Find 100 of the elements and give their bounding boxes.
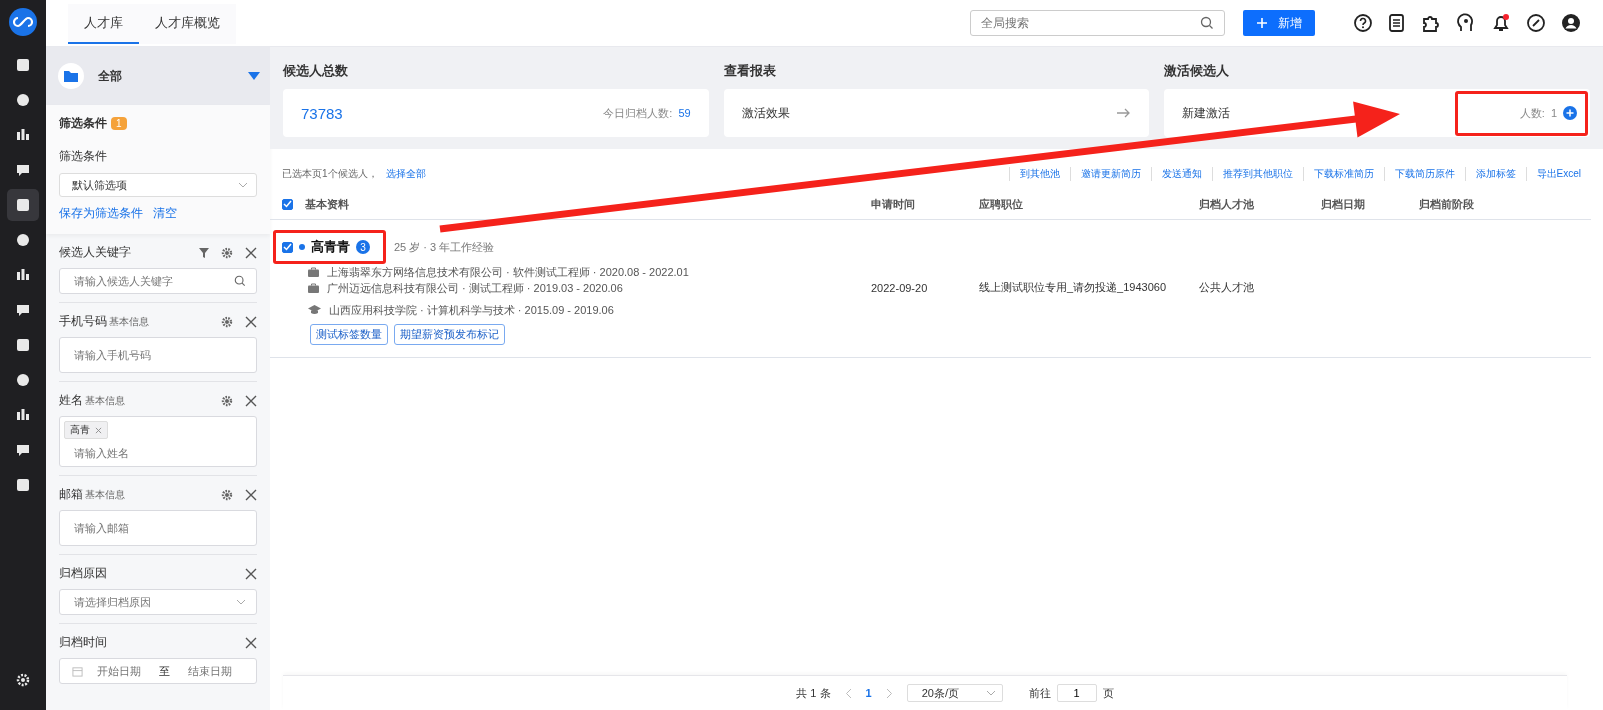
new-button[interactable]: 新增 <box>1243 10 1315 36</box>
input-field[interactable]: 请输入手机号码 <box>59 337 257 373</box>
dropdown-input[interactable]: 请选择归档原因 <box>72 595 236 609</box>
total-count: 73783 <box>301 104 343 122</box>
column-header: 基本资料 <box>305 196 349 212</box>
field-sublabel: 基本信息 <box>85 487 125 502</box>
search-field[interactable]: 全局搜索 <box>970 10 1225 36</box>
field-label: 归档原因 <box>59 565 107 582</box>
keyword-field[interactable]: 请输入候选人关键字 <box>59 268 257 294</box>
table-cell: 公共人才池 <box>1199 280 1254 295</box>
head-icon[interactable] <box>1456 13 1476 33</box>
history-text: 广州迈远信息科技有限公司 · 测试工程师 · 2019.03 - 2020.06 <box>327 281 623 296</box>
close-icon[interactable] <box>245 246 257 259</box>
remove-icon[interactable] <box>95 426 102 434</box>
field-label: 姓名 <box>59 392 83 409</box>
report-label: 激活效果 <box>741 104 790 122</box>
help-icon[interactable] <box>1353 13 1373 33</box>
close-icon[interactable] <box>245 488 257 501</box>
today-count: 59 <box>678 107 691 119</box>
search-input[interactable]: 全局搜索 <box>979 15 1200 31</box>
tab[interactable]: 人才库概览 <box>139 4 236 44</box>
text-input[interactable]: 请输入邮箱 <box>72 521 246 535</box>
dropdown[interactable]: 请选择归档原因 <box>59 589 257 615</box>
stat-title: 查看报表 <box>723 62 777 80</box>
stat-card[interactable]: 新建激活 人数: 1 <box>1164 89 1590 137</box>
today-label: 今日归档人数: <box>603 105 673 121</box>
start-date-input[interactable]: 开始日期 <box>83 664 155 678</box>
action-link[interactable]: 下载标准简历 <box>1302 167 1384 181</box>
date-range-field[interactable]: 开始日期 至 结束日期 <box>59 658 257 684</box>
folder-label: 全部 <box>98 67 123 85</box>
tag-label: 高青 <box>70 423 90 437</box>
page-input[interactable]: 1 <box>1056 684 1097 702</box>
close-icon[interactable] <box>245 315 257 328</box>
candidate-summary: 25 岁 · 3 年工作经验 <box>394 239 495 255</box>
logo-icon[interactable] <box>9 8 37 36</box>
activation-label: 新建激活 <box>1182 104 1231 122</box>
candidate-tag: 期望薪资预发布标记 <box>394 324 505 345</box>
stat-card[interactable]: 73783 今日归档人数: 59 <box>283 89 709 137</box>
column-header: 归档人才池 <box>1199 197 1254 210</box>
input-field[interactable]: 请输入邮箱 <box>59 510 257 546</box>
close-icon[interactable] <box>245 636 257 649</box>
total-count: 共 1 条 <box>796 685 831 701</box>
select-all-link[interactable]: 选择全部 <box>385 167 426 181</box>
chevron-down-icon <box>236 599 246 605</box>
arrow-right-icon[interactable] <box>1117 108 1132 118</box>
page-size-dropdown[interactable]: 20条/页 <box>906 684 1003 702</box>
count-badge: 3 <box>356 240 370 254</box>
search-icon <box>1200 16 1214 30</box>
chevron-down-icon <box>985 690 996 696</box>
selection-text: 已选本页1个候选人， <box>282 167 378 181</box>
action-link[interactable]: 下载简历原件 <box>1383 167 1465 181</box>
bell-icon[interactable] <box>1491 13 1511 33</box>
search-icon <box>234 275 246 287</box>
candidate-name[interactable]: 高青青 <box>311 238 350 256</box>
count-badge: 1 <box>111 117 127 130</box>
goto-label: 前往 <box>1028 685 1051 701</box>
range-separator: 至 <box>159 663 170 679</box>
folder-selector[interactable]: 全部 <box>46 47 270 105</box>
add-icon[interactable] <box>1563 106 1577 120</box>
count-value: 1 <box>1550 107 1557 119</box>
column-header: 申请时间 <box>871 197 915 210</box>
user-avatar-icon[interactable] <box>1561 13 1581 33</box>
field-sublabel: 基本信息 <box>109 314 149 329</box>
count-label: 人数: <box>1519 105 1545 121</box>
column-header: 归档日期 <box>1321 197 1365 210</box>
table-cell: 2022-09-20 <box>871 281 928 294</box>
end-date-input[interactable]: 结束日期 <box>174 664 246 678</box>
action-link[interactable]: 发送通知 <box>1150 167 1212 181</box>
stat-title: 候选人总数 <box>283 62 349 80</box>
action-link[interactable]: 邀请更新简历 <box>1069 167 1151 181</box>
stat-title: 激活候选人 <box>1164 62 1231 80</box>
graduation-cap-icon <box>308 305 321 315</box>
puzzle-icon[interactable] <box>1421 13 1441 33</box>
field-sublabel: 基本信息 <box>85 393 125 408</box>
preset-dropdown[interactable]: 默认筛选项 <box>59 173 257 197</box>
filter-title: 筛选条件 <box>59 115 107 132</box>
action-link[interactable]: 导出Excel <box>1525 167 1591 181</box>
field-label: 邮箱 <box>59 486 83 503</box>
field-label: 手机号码 <box>59 313 107 330</box>
field-label: 候选人关键字 <box>59 244 131 261</box>
field-label: 筛选条件 <box>59 148 108 165</box>
page-number[interactable]: 1 <box>865 687 872 699</box>
tab[interactable]: 人才库 <box>68 4 139 44</box>
clear-link[interactable]: 清空 <box>153 205 177 222</box>
stat-card[interactable]: 激活效果 <box>723 89 1150 137</box>
column-header: 归档前阶段 <box>1419 197 1474 210</box>
keyword-input[interactable]: 请输入候选人关键字 <box>72 274 234 288</box>
input-field[interactable]: 高青 请输入姓名 <box>59 416 257 467</box>
action-link[interactable]: 推荐到其他职位 <box>1211 167 1303 181</box>
filter-icon[interactable] <box>199 247 209 258</box>
close-icon[interactable] <box>245 567 257 580</box>
action-link[interactable]: 到其他池 <box>1008 167 1070 181</box>
history-text: 山西应用科技学院 · 计算机科学与技术 · 2015.09 - 2019.06 <box>329 303 614 318</box>
checkbox[interactable] <box>282 241 293 253</box>
action-link[interactable]: 添加标签 <box>1464 167 1526 181</box>
field-label: 归档时间 <box>59 634 107 651</box>
text-input[interactable]: 请输入手机号码 <box>72 348 246 362</box>
close-icon[interactable] <box>245 394 257 407</box>
save-filter-link[interactable]: 保存为筛选条件 <box>59 205 143 222</box>
checkbox[interactable] <box>282 198 293 210</box>
